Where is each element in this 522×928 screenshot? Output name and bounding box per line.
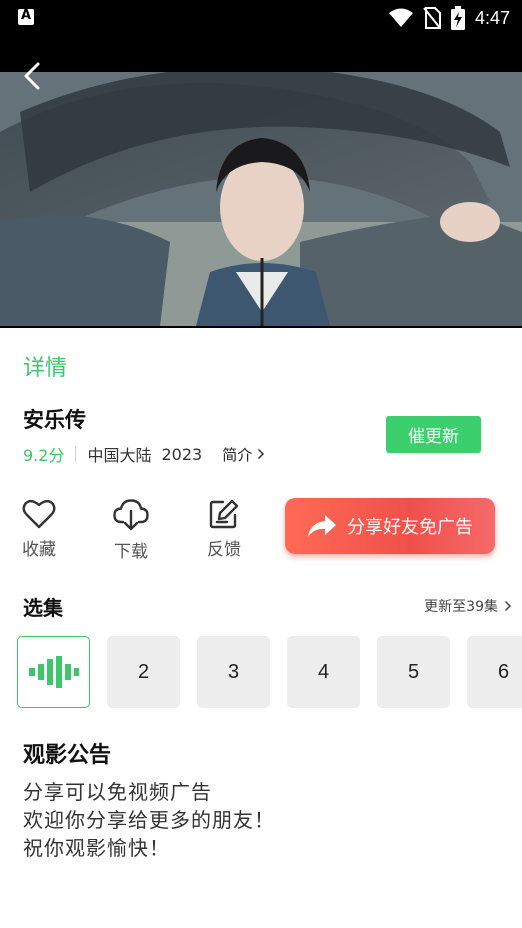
status-icons: 4:47	[388, 5, 510, 31]
update-text: 更新至39集	[424, 599, 498, 615]
intro-label: 简介	[222, 445, 253, 464]
chevron-right-icon	[504, 600, 512, 612]
video-still	[0, 72, 522, 326]
no-sim-icon	[423, 7, 441, 29]
episode-item-1[interactable]	[17, 636, 90, 708]
episodes-title: 选集	[23, 596, 63, 620]
video-meta: 9.2分 中国大陆 2023 简介	[23, 443, 265, 465]
share-label: 分享好友免广告	[347, 517, 473, 538]
notice-title: 观影公告	[23, 743, 112, 768]
episode-item-5[interactable]: 5	[377, 636, 450, 708]
tab-details[interactable]: 详情	[23, 350, 67, 382]
feedback-button[interactable]: 反馈	[194, 498, 254, 560]
meta-divider	[75, 446, 77, 462]
video-frame[interactable]	[0, 72, 522, 326]
status-bar: 4:47	[0, 0, 522, 36]
chevron-left-icon	[24, 62, 40, 90]
status-time: 4:47	[474, 7, 510, 28]
feedback-label: 反馈	[207, 540, 241, 560]
notice-body: 分享可以免视频广告 欢迎你分享给更多的朋友！ 祝你观影愉快！	[23, 778, 503, 870]
episode-item-6[interactable]: 6	[467, 636, 522, 708]
cloud-download-icon	[113, 499, 149, 531]
urge-update-button[interactable]: 催更新	[386, 416, 481, 453]
battery-charging-icon	[450, 6, 465, 30]
video-title: 安乐传	[23, 408, 86, 432]
share-friends-button[interactable]: 分享好友免广告	[285, 498, 495, 554]
favorite-label: 收藏	[22, 540, 56, 560]
chevron-right-icon	[258, 448, 265, 460]
download-button[interactable]: 下载	[101, 498, 161, 562]
edit-icon	[209, 499, 239, 529]
episode-item-3[interactable]: 3	[197, 636, 270, 708]
region-text: 中国大陆	[87, 446, 152, 465]
wifi-icon	[388, 8, 413, 27]
episode-item-2[interactable]: 2	[107, 636, 180, 708]
year-text: 2023	[161, 444, 203, 464]
notice-line: 分享可以免视频广告	[23, 780, 212, 804]
heart-icon	[22, 499, 56, 529]
notice-line: 欢迎你分享给更多的朋友！	[23, 808, 275, 832]
rating-score: 9.2分	[23, 446, 65, 465]
back-button[interactable]	[18, 58, 50, 94]
favorite-button[interactable]: 收藏	[9, 498, 69, 560]
playing-bars-icon	[28, 656, 79, 688]
episodes-update-link[interactable]: 更新至39集	[424, 596, 512, 616]
app-notification-icon	[18, 8, 34, 25]
share-arrow-icon	[308, 515, 336, 537]
intro-link[interactable]: 简介	[222, 444, 265, 465]
video-player[interactable]	[0, 36, 522, 328]
download-label: 下载	[114, 542, 148, 562]
episode-item-4[interactable]: 4	[287, 636, 360, 708]
notice-line: 祝你观影愉快！	[23, 836, 170, 860]
